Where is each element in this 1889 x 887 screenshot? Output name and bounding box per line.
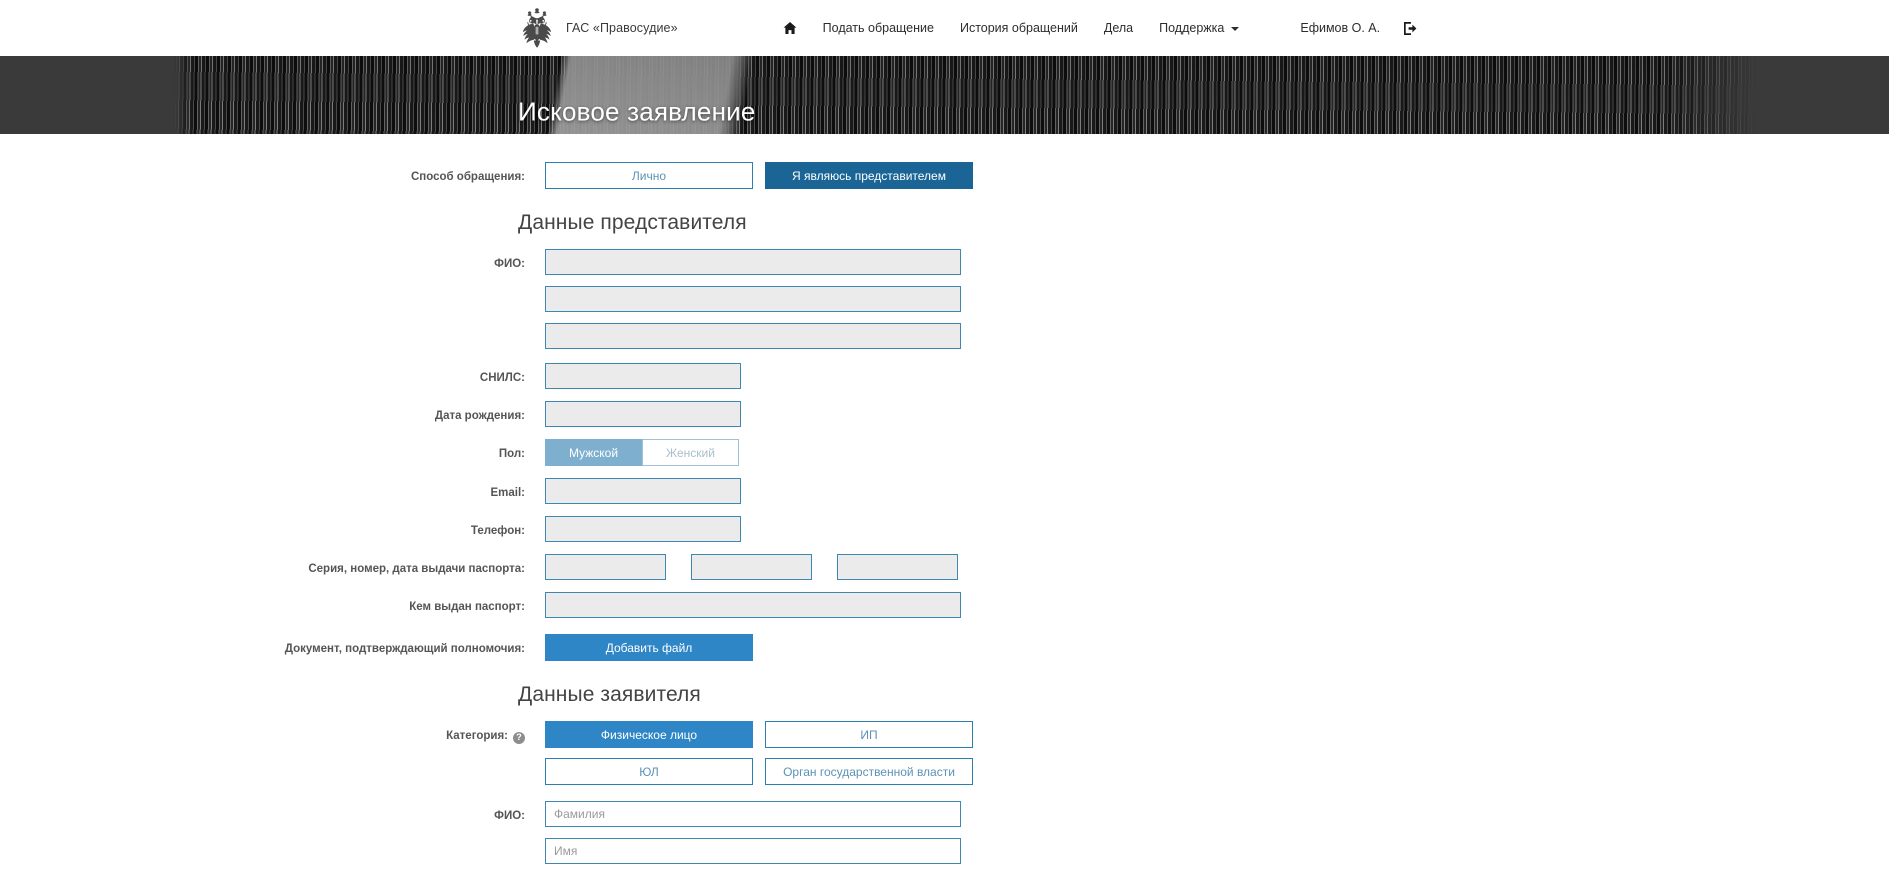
passport-issuer-input[interactable] [545, 592, 961, 618]
brand-logo-link[interactable]: ГАС «Правосудие» [518, 7, 678, 49]
section-heading-applicant: Данные заявителя [518, 683, 701, 706]
field-method-of-appeal: Лично Я являюсь представителем [545, 162, 973, 189]
row-representative-phone: Телефон: [0, 516, 1889, 542]
row-authority-document: Документ, подтверждающий полномочия: Доб… [0, 634, 1889, 661]
label-representative-email: Email: [490, 487, 525, 499]
representative-email-input[interactable] [545, 478, 741, 504]
label-applicant-fio: ФИО: [494, 810, 525, 822]
method-option-representative[interactable]: Я являюсь представителем [765, 162, 973, 189]
passport-series-input[interactable] [545, 554, 666, 580]
applicant-firstname-input[interactable] [545, 838, 961, 864]
label-representative-birthdate: Дата рождения: [434, 410, 525, 422]
nav-label: Поддержка [1159, 21, 1225, 35]
hero-overlay [0, 56, 1889, 134]
nav-label: Подать обращение [822, 21, 934, 35]
label-applicant-category: Категория: ? [0, 721, 545, 745]
add-file-button[interactable]: Добавить файл [545, 634, 753, 661]
main-navigation: Подать обращение История обращений Дела … [770, 15, 1253, 41]
row-method-of-appeal: Способ обращения: Лично Я являюсь предст… [0, 162, 1889, 189]
nav-item-appeal-history[interactable]: История обращений [947, 15, 1091, 41]
label-representative-passport-issuer: Кем выдан паспорт: [409, 601, 525, 613]
representative-patronymic-input[interactable] [545, 323, 961, 349]
label-authority-document: Документ, подтверждающий полномочия: [284, 643, 525, 655]
field-authority-document: Добавить файл [545, 634, 753, 661]
page-title: Исковое заявление [518, 96, 756, 127]
form-area: Способ обращения: Лично Я являюсь предст… [0, 134, 1889, 887]
passport-number-input[interactable] [691, 554, 812, 580]
category-option-sole-proprietor[interactable]: ИП [765, 721, 973, 748]
user-name[interactable]: Ефимов О. А. [1300, 21, 1380, 35]
field-representative-email [545, 478, 741, 504]
home-icon [783, 21, 797, 35]
field-representative-fio [545, 249, 961, 349]
field-applicant-category: Физическое лицо ИП ЮЛ Орган государствен… [545, 721, 973, 785]
hero-banner: Исковое заявление [0, 56, 1889, 134]
representative-lastname-input[interactable] [545, 249, 961, 275]
question-mark-icon[interactable]: ? [513, 731, 525, 744]
passport-issue-date-input[interactable] [837, 554, 958, 580]
user-zone: Ефимов О. А. [1300, 20, 1419, 37]
label-representative-passport: Серия, номер, дата выдачи паспорта: [308, 563, 525, 575]
nav-label: История обращений [959, 21, 1078, 35]
brand-title: ГАС «Правосудие» [566, 21, 678, 35]
row-applicant-fio: ФИО: [0, 801, 1889, 864]
nav-label: Дела [1103, 21, 1134, 35]
category-option-government-body[interactable]: Орган государственной власти [765, 758, 973, 785]
representative-birthdate-input[interactable] [545, 401, 741, 427]
nav-item-home[interactable] [770, 15, 810, 41]
representative-phone-input[interactable] [545, 516, 741, 542]
label-representative-gender: Пол: [498, 448, 525, 460]
logout-icon[interactable] [1402, 20, 1419, 37]
label-representative-snils: СНИЛС: [479, 372, 525, 384]
section-heading-representative: Данные представителя [518, 211, 747, 234]
field-representative-passport-issuer [545, 592, 961, 618]
chevron-down-icon [1231, 27, 1240, 31]
row-representative-passport-issuer: Кем выдан паспорт: [0, 592, 1889, 618]
category-option-individual[interactable]: Физическое лицо [545, 721, 753, 748]
gender-option-male[interactable]: Мужской [545, 439, 642, 466]
gender-option-female[interactable]: Женский [642, 439, 739, 466]
row-representative-fio: ФИО: [0, 249, 1889, 349]
applicant-lastname-input[interactable] [545, 801, 961, 827]
row-representative-gender: Пол: Мужской Женский [0, 439, 1889, 466]
nav-item-submit-appeal[interactable]: Подать обращение [810, 15, 947, 41]
category-option-legal-entity[interactable]: ЮЛ [545, 758, 753, 785]
field-representative-snils [545, 363, 741, 389]
nav-item-support[interactable]: Поддержка [1146, 15, 1252, 41]
label-method-of-appeal: Способ обращения: [410, 171, 525, 183]
field-representative-phone [545, 516, 741, 542]
field-applicant-fio [545, 801, 961, 864]
row-applicant-category: Категория: ? Физическое лицо ИП ЮЛ Орган… [0, 721, 1889, 785]
row-representative-birthdate: Дата рождения: [0, 401, 1889, 427]
row-representative-email: Email: [0, 478, 1889, 504]
field-representative-passport [545, 554, 958, 580]
site-header: ГАС «Правосудие» Подать обращение Истори… [0, 0, 1889, 56]
nav-item-cases[interactable]: Дела [1091, 15, 1146, 41]
field-representative-birthdate [545, 401, 741, 427]
label-representative-phone: Телефон: [470, 525, 525, 537]
field-representative-gender: Мужской Женский [545, 439, 739, 466]
russian-coat-of-arms-icon [518, 7, 556, 49]
representative-snils-input[interactable] [545, 363, 741, 389]
row-representative-snils: СНИЛС: [0, 363, 1889, 389]
representative-firstname-input[interactable] [545, 286, 961, 312]
row-representative-passport: Серия, номер, дата выдачи паспорта: [0, 554, 1889, 580]
label-representative-fio: ФИО: [494, 258, 525, 270]
method-option-personally[interactable]: Лично [545, 162, 753, 189]
